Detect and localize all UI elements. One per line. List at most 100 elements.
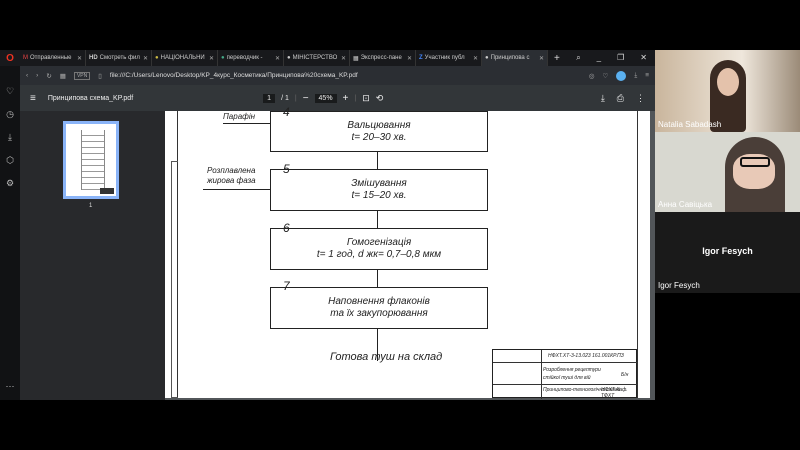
new-tab-button[interactable]: + [548,53,566,64]
pdf-toolbar: ≡ Принципова схема_KP.pdf 1 / 1 | − 45% … [20,85,655,111]
page-thumbnail[interactable] [63,121,119,199]
globe-icon: ● [485,55,489,61]
document-title-2: стійкої туші для вій [543,375,591,381]
download-icon[interactable]: ⤓ [601,93,605,104]
tab-label: переводчик - [226,55,263,61]
step-label: Змішування [351,178,407,189]
history-icon[interactable]: ◷ [6,109,14,120]
tab-label: Отправленные [30,55,72,61]
pdf-page: Вальцювання t= 20–30 хв. 4 Парафін Змішув… [165,105,650,399]
zoom-icon: Z [419,55,423,61]
zoom-out-button[interactable]: − [303,93,309,104]
document-code: НФХТ.ХТ-3-13.023 161.001КР.ПЗ [548,353,624,359]
tab-label: Участник публ [424,55,465,61]
minimize-button[interactable]: _ [597,53,601,63]
cube-icon[interactable]: ⬡ [6,155,14,166]
step-7-box: Наповнення флаконів та їх закупорювання [270,287,488,329]
zoom-in-button[interactable]: + [343,93,349,104]
browser-window: O M Отправленные ✕ HD Смотреть фил ✕ ● НАЦІОН… [0,50,655,400]
tab-4[interactable]: ● МІНІСТЕРСТВО ✕ [284,50,350,66]
thumbnail-panel: 1 [20,111,165,400]
grid-icon[interactable]: ▦ [60,72,66,80]
globe-icon: ● [287,55,291,61]
google-icon: ● [221,55,225,61]
step-6-box: Гомогенізація t= 1 год, d жк= 0,7–0,8 мкм [270,228,488,270]
close-icon[interactable]: ✕ [275,55,280,62]
pdf-viewer[interactable]: Вальцювання t= 20–30 хв. 4 Парафін Змішув… [165,105,655,400]
print-icon[interactable]: ⎙ [617,93,624,104]
step-duration: t= 20–30 хв. [351,131,407,143]
more-options-icon[interactable]: ⋮ [636,93,645,104]
tab-label: Смотреть фил [99,55,140,61]
close-icon[interactable]: ✕ [77,55,82,62]
settings-icon[interactable]: ⚙ [6,178,14,189]
final-output: Готова туш на склад [330,351,443,363]
close-icon[interactable]: ✕ [341,55,346,62]
tab-3[interactable]: ● переводчик - ✕ [218,50,284,66]
restore-button[interactable]: ❐ [617,53,624,63]
tab-0[interactable]: M Отправленные ✕ [20,50,86,66]
input-label: Розплавлена [207,166,256,175]
tab-7-active[interactable]: ● Принципова с ✕ [482,50,548,66]
profile-avatar[interactable] [616,70,627,81]
site-icon: ● [155,55,159,61]
step-label: Наповнення флаконів [328,296,430,307]
camera-icon[interactable]: ◎ [589,72,595,80]
more-icon[interactable]: ⋯ [6,381,15,392]
tab-label: Экспресс-пане [360,55,402,61]
tab-5[interactable]: ▦ Экспресс-пане ✕ [350,50,416,66]
opera-logo-icon[interactable]: O [0,53,20,64]
step-number: 4 [283,105,290,119]
heart-icon[interactable]: ♡ [6,86,14,97]
close-icon[interactable]: ✕ [143,55,148,62]
zoom-input[interactable]: 45% [314,93,337,103]
rotate-icon[interactable]: ⟲ [376,93,384,104]
step-duration: t= 1 год, d жк= 0,7–0,8 мкм [316,249,442,260]
page-number-input[interactable]: 1 [263,93,276,103]
page-total: / 1 [281,94,289,102]
pdf-title: Принципова схема_KP.pdf [47,94,134,102]
step-label: Вальцювання [347,119,411,131]
close-icon[interactable]: ✕ [209,55,214,62]
menu-icon[interactable]: ≡ [645,72,649,79]
tab-6[interactable]: Z Участник публ ✕ [416,50,482,66]
participant-center-name: Igor Fesych [702,246,753,256]
vpn-badge[interactable]: VPN [73,71,91,80]
step-label-2: та їх закупорювання [330,308,428,319]
tab-label: НАЦІОНАЛЬНИ [160,55,205,61]
sidebar-toggle-icon[interactable]: ≡ [30,93,36,104]
participant-name: Анна Савіцька [658,200,713,209]
input-label: жирова фаза [207,176,256,185]
sheet-label: Б/н [621,372,629,378]
address-bar: ‹ › ↻ ▦ VPN ▯ file:///C:/Users/Lenovo/Deskt… [20,66,655,85]
url-input[interactable]: file:///C:/Users/Lenovo/Desktop/KP_4курс… [110,72,358,79]
video-tile-igor[interactable]: Igor Fesych Igor Fesych [655,212,800,293]
back-icon[interactable]: ‹ [26,72,28,79]
input-label: Парафін [223,112,256,121]
step-4-box: Вальцювання t= 20–30 хв. [270,111,488,152]
search-icon[interactable]: ⌕ [576,53,580,63]
thumbnail-page-number: 1 [89,203,93,209]
close-icon[interactable]: ✕ [539,55,544,62]
close-icon[interactable]: ✕ [407,55,412,62]
hd-icon: HD [89,55,98,61]
download-icon[interactable]: ⤓ [634,72,637,80]
participant-name: Natalia Sabadash [658,120,722,129]
tab-1[interactable]: HD Смотреть фил ✕ [86,50,152,66]
download-icon[interactable]: ⤓ [8,132,12,143]
heart-icon[interactable]: ♡ [603,72,609,80]
tab-label: Принципова с [490,55,530,61]
reload-icon[interactable]: ↻ [46,72,51,80]
fit-page-icon[interactable]: ⊡ [362,93,370,104]
close-icon[interactable]: ✕ [473,55,478,62]
forward-icon[interactable]: › [36,72,38,79]
close-window-button[interactable]: ✕ [640,53,647,63]
step-number: 5 [283,162,290,176]
gmail-icon: M [23,55,28,61]
grid-icon: ▦ [353,55,359,62]
tab-2[interactable]: ● НАЦІОНАЛЬНИ ✕ [152,50,218,66]
step-number: 6 [283,221,290,235]
tab-label: МІНІСТЕРСТВО [292,55,338,61]
video-tile-natalia[interactable]: Natalia Sabadash [655,50,800,132]
video-tile-anna[interactable]: Анна Савіцька [655,132,800,212]
